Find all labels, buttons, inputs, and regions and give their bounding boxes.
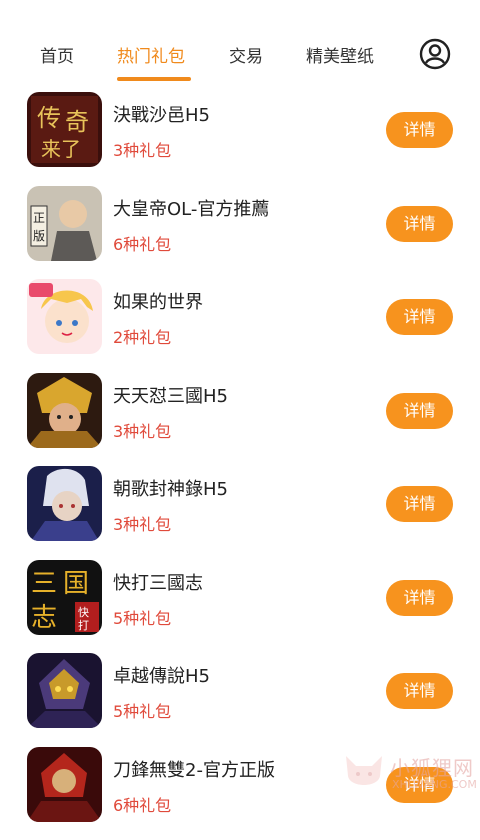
gift-list: 传 奇 来了 決戰沙邑H5 3种礼包 详情 正 版 大皇帝OL-官方推薦 6种礼… bbox=[0, 92, 480, 840]
svg-text:国: 国 bbox=[63, 569, 89, 599]
list-item[interactable]: 朝歌封神錄H5 3种礼包 详情 bbox=[0, 466, 480, 560]
gift-count: 5种礼包 bbox=[113, 698, 171, 722]
list-item[interactable]: 正 版 大皇帝OL-官方推薦 6种礼包 详情 bbox=[0, 186, 480, 280]
game-icon-ruguodeshijie bbox=[27, 279, 102, 354]
list-item[interactable]: 卓越傳說H5 5种礼包 详情 bbox=[0, 653, 480, 747]
svg-text:三: 三 bbox=[31, 569, 57, 599]
gift-count: 2种礼包 bbox=[113, 324, 171, 348]
details-button[interactable]: 详情 bbox=[386, 206, 453, 242]
details-button[interactable]: 详情 bbox=[386, 580, 453, 616]
details-button[interactable]: 详情 bbox=[386, 112, 453, 148]
top-nav: 首页 热门礼包 交易 精美壁纸 bbox=[0, 0, 480, 84]
gift-count: 3种礼包 bbox=[113, 418, 171, 442]
user-circle-icon[interactable] bbox=[419, 38, 451, 70]
gift-count: 6种礼包 bbox=[113, 231, 171, 255]
svg-text:奇: 奇 bbox=[65, 108, 89, 136]
details-button[interactable]: 详情 bbox=[386, 299, 453, 335]
game-title: 如果的世界 bbox=[113, 288, 203, 314]
game-title: 朝歌封神錄H5 bbox=[113, 475, 228, 501]
gift-count: 6种礼包 bbox=[113, 792, 171, 816]
watermark-subtext: XHLWANG.COM bbox=[392, 778, 477, 791]
tab-home[interactable]: 首页 bbox=[40, 42, 74, 67]
game-title: 決戰沙邑H5 bbox=[113, 101, 210, 127]
game-icon-dahuangdi: 正 版 bbox=[27, 186, 102, 261]
game-icon-daofeng bbox=[27, 747, 102, 822]
svg-text:志: 志 bbox=[31, 603, 57, 633]
game-title: 卓越傳說H5 bbox=[113, 662, 210, 688]
svg-text:版: 版 bbox=[33, 229, 45, 243]
gift-count: 3种礼包 bbox=[113, 137, 171, 161]
svg-text:传: 传 bbox=[37, 104, 61, 132]
game-title: 天天怼三國H5 bbox=[113, 382, 228, 408]
game-icon-zhuoyue bbox=[27, 653, 102, 728]
game-title: 大皇帝OL-官方推薦 bbox=[113, 195, 269, 221]
game-icon-chaoge bbox=[27, 466, 102, 541]
details-button[interactable]: 详情 bbox=[386, 486, 453, 522]
svg-text:来了: 来了 bbox=[41, 137, 81, 161]
tab-hot-gifts[interactable]: 热门礼包 bbox=[117, 42, 185, 67]
gift-count: 3种礼包 bbox=[113, 511, 171, 535]
tab-trade[interactable]: 交易 bbox=[229, 42, 263, 67]
game-icon-juezhanshayi: 传 奇 来了 bbox=[27, 92, 102, 167]
tab-wallpapers[interactable]: 精美壁纸 bbox=[306, 42, 374, 67]
gift-count: 5种礼包 bbox=[113, 605, 171, 629]
watermark-text: 小狐狸网 bbox=[390, 752, 474, 781]
game-title: 刀鋒無雙2-官方正版 bbox=[113, 756, 275, 782]
game-icon-kuaida: 三 国 志 快 打 bbox=[27, 560, 102, 635]
svg-text:快: 快 bbox=[78, 606, 89, 619]
game-icon-tiantiandui bbox=[27, 373, 102, 448]
game-title: 快打三國志 bbox=[113, 569, 203, 595]
list-item[interactable]: 传 奇 来了 決戰沙邑H5 3种礼包 详情 bbox=[0, 92, 480, 186]
details-button[interactable]: 详情 bbox=[386, 673, 453, 709]
svg-text:正: 正 bbox=[33, 211, 45, 225]
active-tab-indicator bbox=[117, 77, 191, 81]
svg-text:打: 打 bbox=[78, 618, 89, 632]
details-button[interactable]: 详情 bbox=[386, 393, 453, 429]
list-item[interactable]: 天天怼三國H5 3种礼包 详情 bbox=[0, 373, 480, 467]
list-item[interactable]: 三 国 志 快 打 快打三國志 5种礼包 详情 bbox=[0, 560, 480, 654]
list-item[interactable]: 如果的世界 2种礼包 详情 bbox=[0, 279, 480, 373]
